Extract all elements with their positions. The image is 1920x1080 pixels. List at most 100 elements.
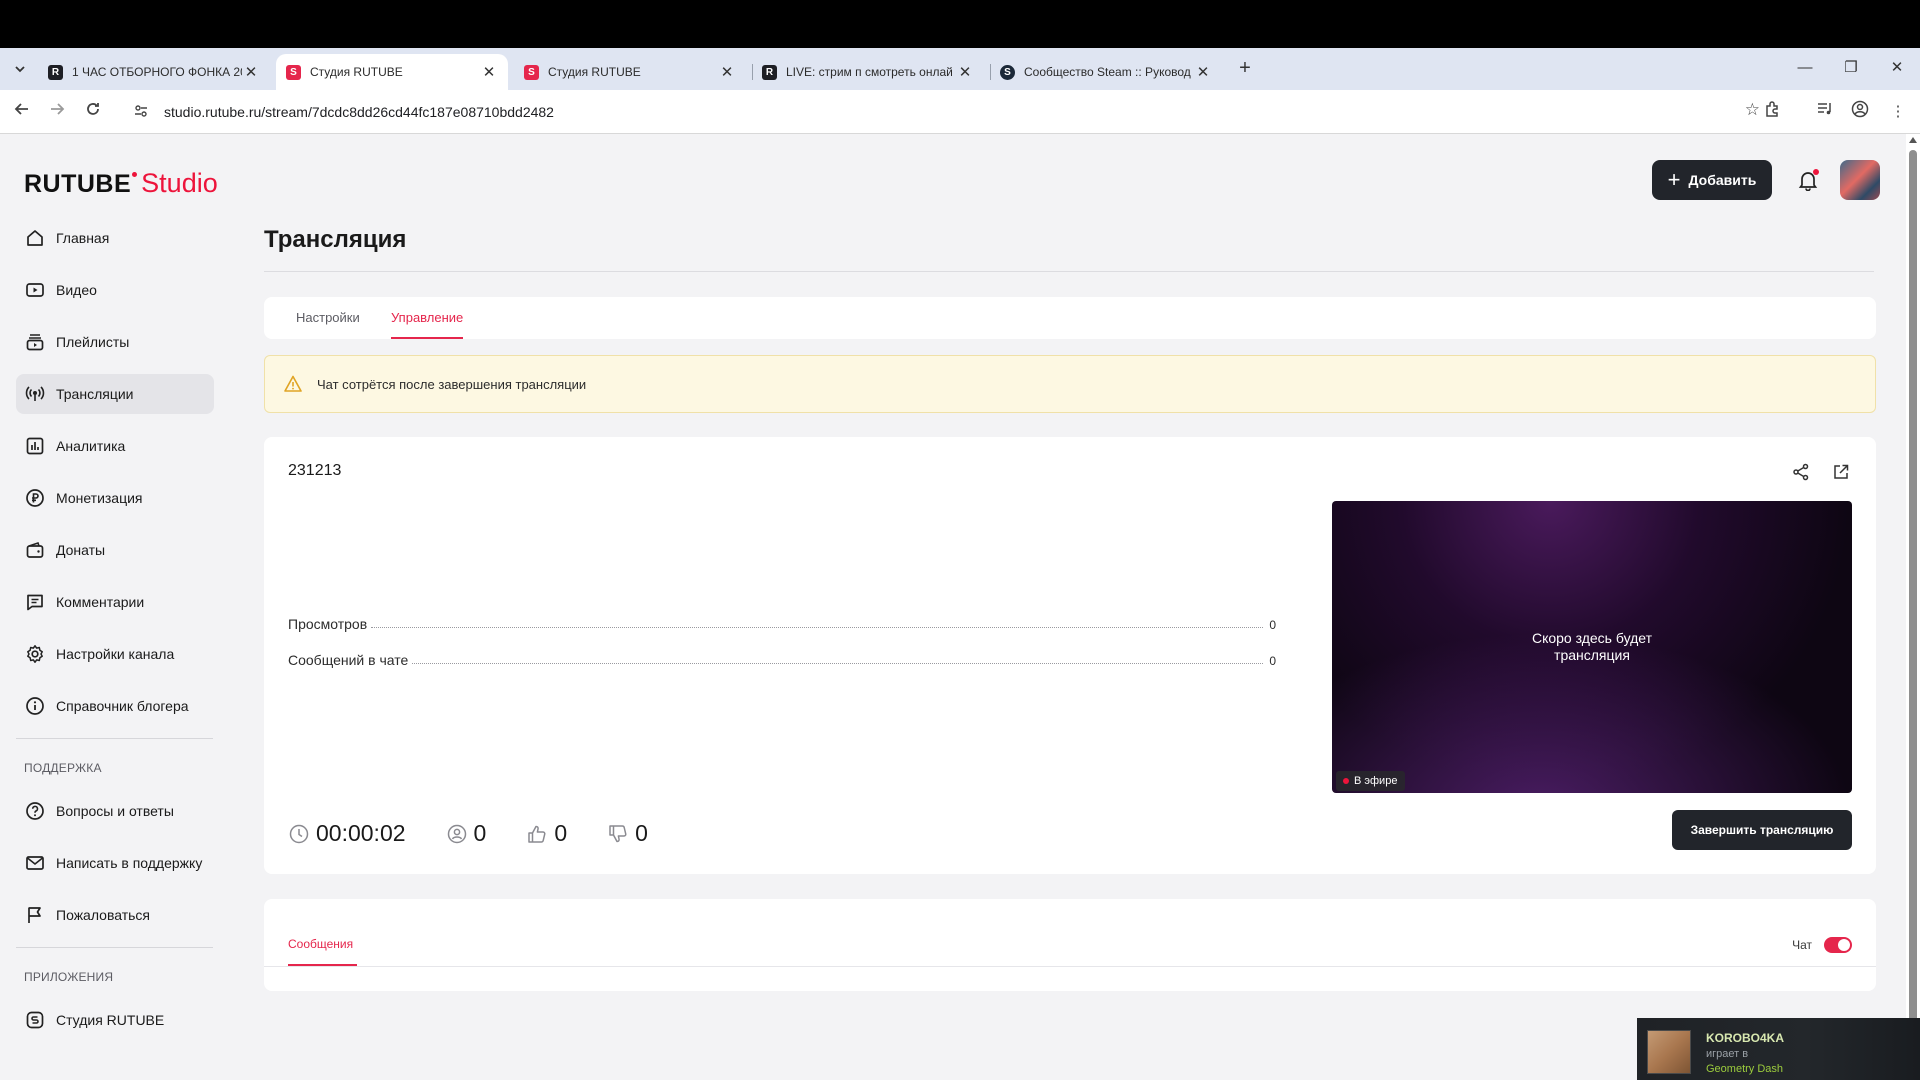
active-tab-underline: [391, 337, 463, 339]
sidebar-item-write-support[interactable]: Написать в поддержку: [16, 843, 214, 883]
notifications-button[interactable]: [1788, 160, 1828, 200]
video-player[interactable]: Скоро здесь будет трансляция В эфире: [1332, 501, 1852, 793]
sidebar-item-playlists[interactable]: Плейлисты: [16, 322, 214, 362]
metric-viewers: 0: [446, 820, 487, 847]
stat-label: Сообщений в чате: [288, 652, 409, 668]
scrollbar-thumb[interactable]: [1909, 150, 1917, 1030]
close-icon[interactable]: ✕: [1194, 63, 1212, 81]
media-controls-icon[interactable]: [1812, 100, 1836, 124]
sidebar-item-blogger-guide[interactable]: Справочник блогера: [16, 686, 214, 726]
tab-messages[interactable]: Сообщения: [288, 937, 353, 951]
minimize-button[interactable]: —: [1782, 52, 1828, 84]
dislikes-value: 0: [635, 820, 648, 846]
browser-tab-2[interactable]: S Студия RUTUBE ✕: [276, 54, 508, 90]
sidebar-item-video[interactable]: Видео: [16, 270, 214, 310]
close-icon[interactable]: ✕: [956, 63, 974, 81]
reload-icon: [87, 103, 99, 115]
metric-duration: 00:00:02: [288, 820, 406, 847]
dotted-leader: [412, 663, 1264, 664]
sidebar-item-donations[interactable]: Донаты: [16, 530, 214, 570]
info-icon: [24, 695, 46, 717]
logo-brand-text: RUTUBE: [24, 170, 132, 198]
tab-title: Студия RUTUBE: [310, 65, 403, 79]
sidebar-item-broadcasts[interactable]: Трансляции: [16, 374, 214, 414]
share-icon[interactable]: [1790, 461, 1812, 483]
wallet-icon: [24, 539, 46, 561]
address-bar[interactable]: studio.rutube.ru/stream/7dcdc8dd26cd44fc…: [124, 95, 1770, 129]
sidebar: Главная Видео Плейлисты Трансляции Анали…: [16, 218, 214, 1052]
extensions-icon[interactable]: [1760, 100, 1784, 124]
tab-settings[interactable]: Настройки: [296, 310, 360, 325]
sidebar-item-label: Справочник блогера: [56, 698, 189, 714]
browser-tab-4[interactable]: R LIVE: стрим п смотреть онлай ✕: [752, 54, 984, 90]
new-tab-button[interactable]: +: [1233, 57, 1257, 81]
browser-tab-5[interactable]: S Сообщество Steam :: Руковод ✕: [990, 54, 1222, 90]
restore-button[interactable]: ❐: [1828, 52, 1874, 84]
warning-icon: [284, 375, 302, 392]
tab-title: 1 ЧАС ОТБОРНОГО ФОНКА 20: [72, 65, 242, 79]
sidebar-item-comments[interactable]: Комментарии: [16, 582, 214, 622]
back-button[interactable]: [10, 100, 34, 124]
bookmark-star-icon[interactable]: ☆: [1745, 100, 1760, 120]
live-badge: В эфире: [1336, 771, 1406, 791]
sidebar-item-label: Студия RUTUBE: [56, 1012, 165, 1028]
warning-text: Чат сотрётся после завершения трансляции: [317, 376, 587, 392]
scroll-up-arrow[interactable]: [1909, 137, 1917, 143]
avatar[interactable]: [1840, 160, 1880, 200]
close-icon[interactable]: ✕: [242, 63, 260, 81]
tab-title: LIVE: стрим п смотреть онлай: [786, 65, 953, 79]
browser-tab-3[interactable]: S Студия RUTUBE ✕: [514, 54, 746, 90]
plus-icon: +: [1667, 167, 1681, 192]
viewers-value: 0: [473, 820, 487, 846]
rutube-logo-icon: R: [48, 64, 63, 80]
profile-icon[interactable]: [1848, 100, 1872, 124]
window-close-button[interactable]: ✕: [1874, 52, 1920, 84]
reload-button[interactable]: [81, 100, 105, 124]
sidebar-item-studio-app[interactable]: Студия RUTUBE: [16, 1000, 214, 1040]
tab-search-button[interactable]: [8, 57, 32, 81]
duration-value: 00:00:02: [316, 820, 406, 846]
stream-name: 231213: [288, 462, 342, 479]
stream-control-card: 231213 Просмотров 0 Сообщений в чате 0 С…: [264, 437, 1876, 874]
browser-tab-1[interactable]: R 1 ЧАС ОТБОРНОГО ФОНКА 20 ✕: [38, 54, 270, 90]
sidebar-item-report[interactable]: Пожаловаться: [16, 895, 214, 935]
close-icon[interactable]: ✕: [480, 63, 498, 81]
close-icon[interactable]: ✕: [718, 63, 736, 81]
metric-likes: 0: [526, 820, 567, 847]
forward-button[interactable]: [45, 100, 69, 124]
rutube-studio-logo[interactable]: RUTUBE Studio: [24, 168, 218, 198]
sidebar-item-label: Пожаловаться: [56, 907, 151, 923]
sidebar-item-label: Комментарии: [56, 594, 145, 610]
stat-value: 0: [1269, 654, 1276, 668]
chat-switch[interactable]: [1824, 937, 1852, 953]
stat-views: Просмотров 0: [288, 616, 1276, 632]
placeholder-line-1: Скоро здесь будет: [1531, 630, 1653, 646]
rutube-studio-logo-icon: S: [286, 64, 301, 80]
external-link-icon[interactable]: [1830, 461, 1852, 483]
metric-dislikes: 0: [607, 820, 648, 847]
logo-product-text: Studio: [141, 168, 218, 198]
tab-title: Студия RUTUBE: [548, 65, 641, 79]
sidebar-item-label: Настройки канала: [56, 646, 175, 662]
steam-notification[interactable]: KOROBO4KA играет в Geometry Dash: [1637, 1018, 1920, 1080]
logo-dot: [132, 172, 138, 177]
friend-status: играет в: [1706, 1048, 1749, 1060]
add-button[interactable]: + Добавить: [1652, 160, 1772, 200]
tab-management[interactable]: Управление: [391, 310, 463, 325]
thumbs-down-icon: [609, 824, 627, 842]
sidebar-item-monetization[interactable]: Монетизация: [16, 478, 214, 518]
stream-actions: [1772, 461, 1852, 483]
dotted-leader: [371, 627, 1264, 628]
arrow-left-icon: [14, 103, 28, 115]
sidebar-item-faq[interactable]: Вопросы и ответы: [16, 791, 214, 831]
clock-icon: [289, 824, 309, 843]
sidebar-item-home[interactable]: Главная: [16, 218, 214, 258]
end-stream-button[interactable]: Завершить трансляцию: [1672, 810, 1852, 850]
sidebar-item-channel-settings[interactable]: Настройки канала: [16, 634, 214, 674]
sidebar-item-analytics[interactable]: Аналитика: [16, 426, 214, 466]
sidebar-section-apps: ПРИЛОЖЕНИЯ: [24, 970, 114, 984]
page-scrollbar[interactable]: [1906, 134, 1920, 1080]
gear-icon: [24, 643, 46, 665]
browser-menu-icon[interactable]: ⋮: [1886, 100, 1910, 124]
site-info-icon[interactable]: [134, 104, 154, 121]
